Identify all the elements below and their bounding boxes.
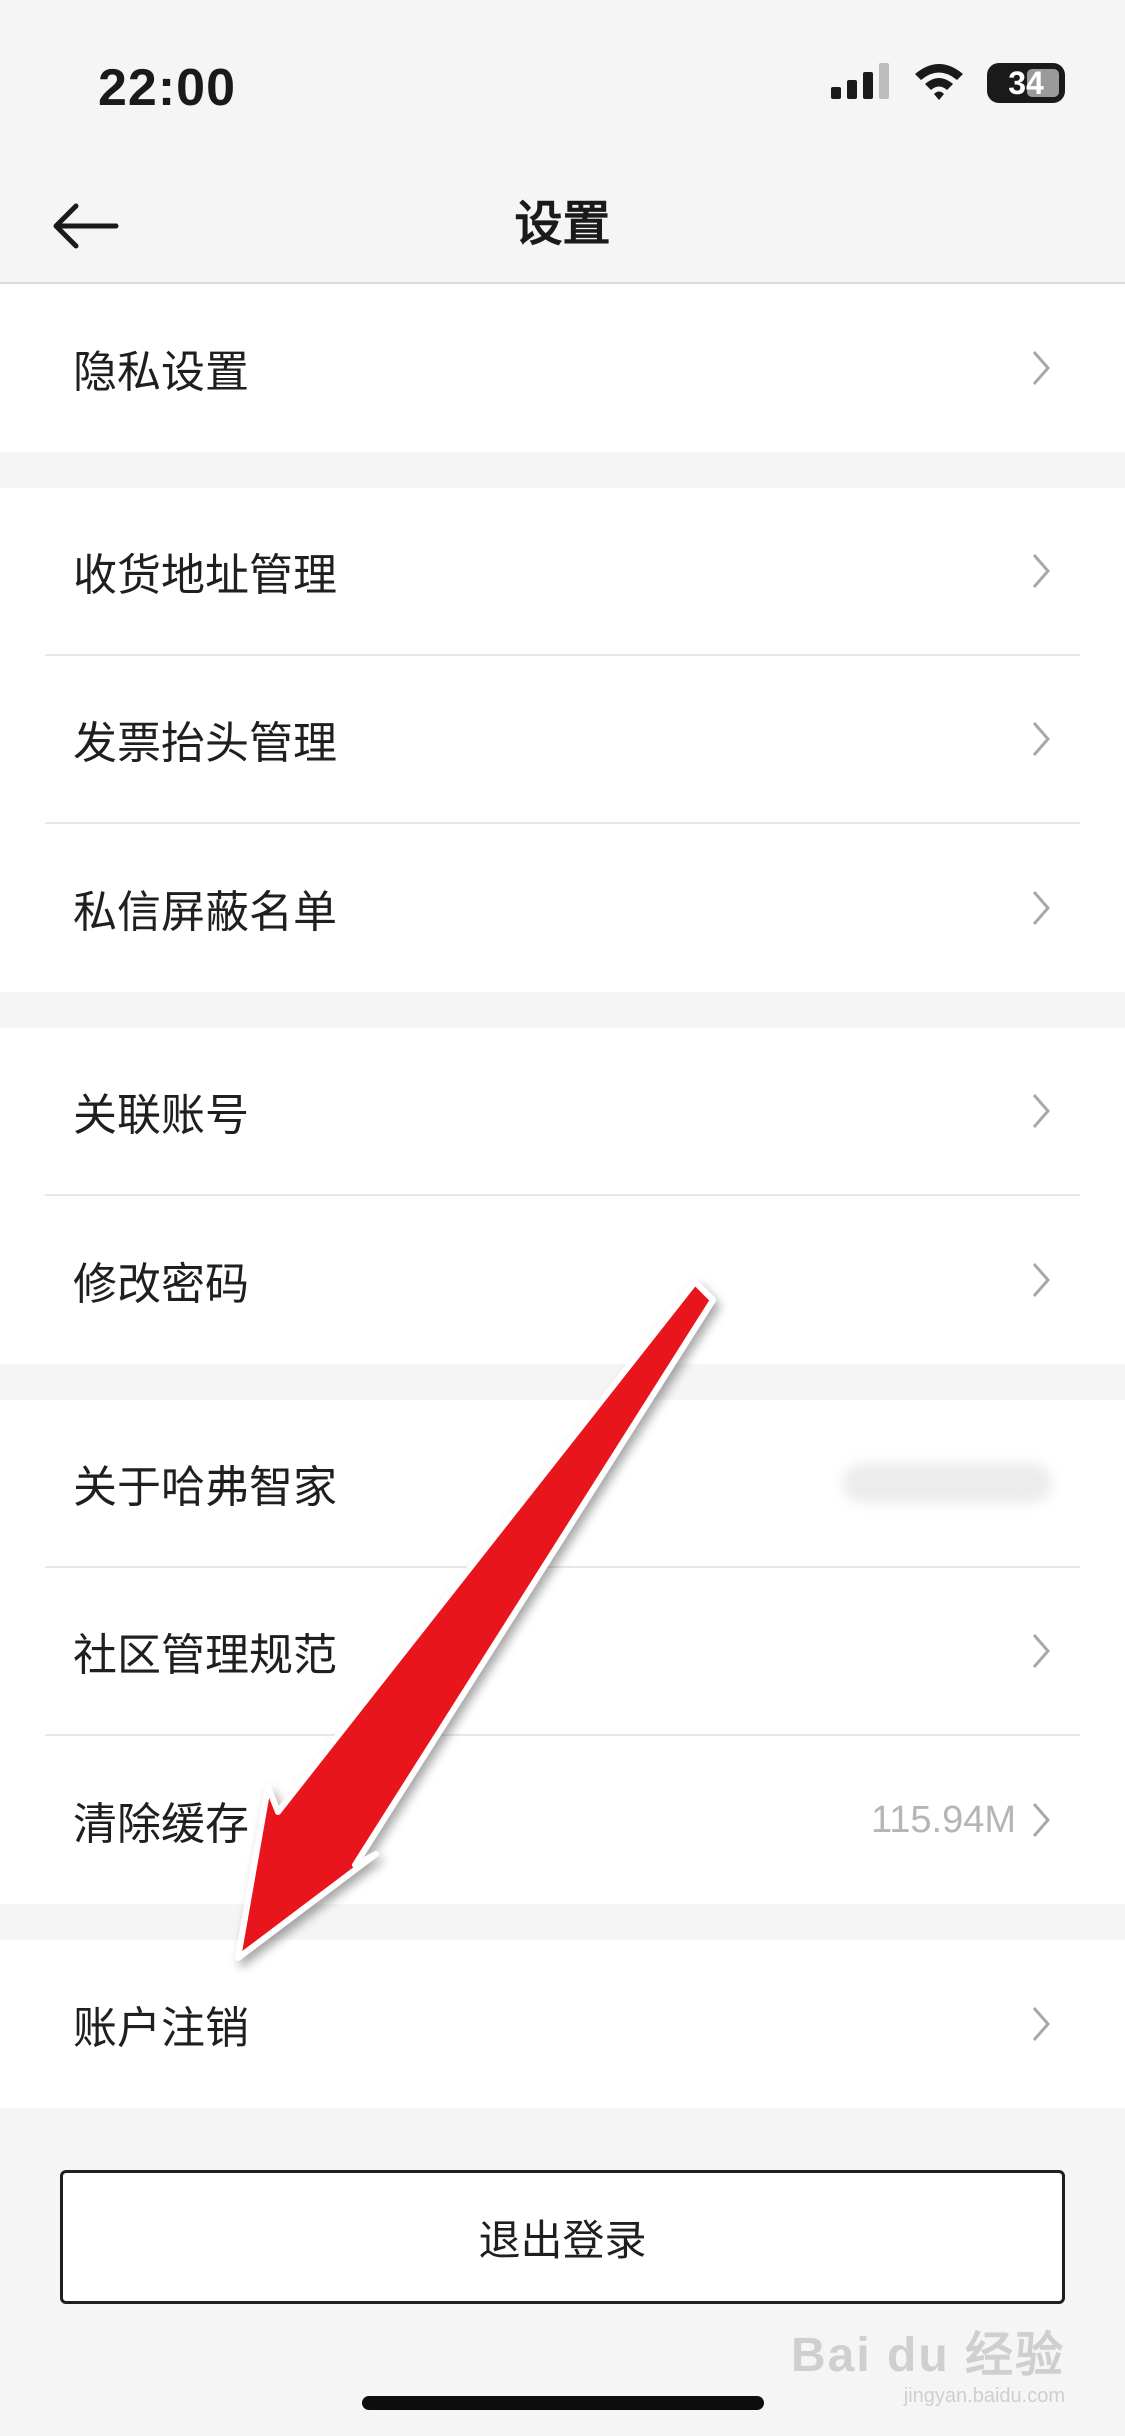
menu-item-label: 清除缓存 (73, 1799, 249, 1850)
group-divider (0, 452, 1125, 488)
battery-icon: 34 (987, 63, 1065, 103)
baidu-watermark: Bai du 经验 jingyan.baidu.com (791, 2315, 1065, 2408)
logout-button[interactable]: 退出登录 (60, 2170, 1065, 2304)
chevron-right-icon (1030, 719, 1052, 759)
menu-item-label: 社区管理规范 (73, 1630, 337, 1681)
menu-item-about[interactable]: 关于哈弗智家 (45, 1400, 1080, 1568)
chevron-right-icon (1030, 1631, 1052, 1671)
chevron-right-icon (1030, 2004, 1052, 2044)
menu-item-change-password[interactable]: 修改密码 (45, 1196, 1080, 1364)
menu-item-label: 关于哈弗智家 (73, 1462, 337, 1513)
battery-percent: 34 (1008, 64, 1044, 101)
settings-group-about: 关于哈弗智家 社区管理规范 清除缓存 115.94M (0, 1400, 1125, 1904)
watermark-logo: Bai du 经验 (790, 2329, 1065, 2382)
menu-item-invoice-title[interactable]: 发票抬头管理 (45, 656, 1080, 824)
menu-item-label: 发票抬头管理 (73, 718, 337, 769)
chevron-right-icon (1030, 348, 1052, 388)
menu-item-message-blocklist[interactable]: 私信屏蔽名单 (45, 824, 1080, 992)
nav-bar: 设置 (0, 170, 1125, 284)
settings-list: 隐私设置 收货地址管理 发票抬头管理 私信屏蔽名单 关联账号 修改密码 关于哈弗… (0, 284, 1125, 2108)
chevron-right-icon (1030, 1091, 1052, 1131)
home-indicator (362, 2396, 764, 2410)
menu-item-label: 私信屏蔽名单 (73, 887, 337, 938)
status-time: 22:00 (98, 59, 236, 117)
watermark-url: jingyan.baidu.com (903, 2385, 1065, 2407)
menu-item-label: 关联账号 (73, 1090, 249, 1141)
menu-item-label: 修改密码 (73, 1259, 249, 1310)
status-bar: 22:00 34 (0, 0, 1125, 170)
settings-group-privacy: 隐私设置 (0, 284, 1125, 452)
settings-group-security: 关联账号 修改密码 (0, 1028, 1125, 1364)
menu-item-linked-accounts[interactable]: 关联账号 (45, 1028, 1080, 1196)
settings-group-account-deletion: 账户注销 (0, 1940, 1125, 2108)
menu-item-label: 隐私设置 (73, 347, 249, 398)
version-value-blurred (842, 1463, 1052, 1503)
cache-size-value: 115.94M (870, 1798, 1016, 1841)
menu-item-privacy-settings[interactable]: 隐私设置 (45, 284, 1080, 452)
group-divider (0, 1904, 1125, 1940)
signal-icon (831, 63, 891, 103)
menu-item-shipping-address[interactable]: 收货地址管理 (45, 488, 1080, 656)
status-icons: 34 (831, 62, 1065, 104)
menu-item-clear-cache[interactable]: 清除缓存 115.94M (45, 1736, 1080, 1904)
chevron-right-icon (1030, 888, 1052, 928)
page-title: 设置 (514, 196, 611, 252)
group-divider (0, 1364, 1125, 1400)
menu-item-label: 账户注销 (73, 2003, 249, 2054)
menu-item-delete-account[interactable]: 账户注销 (45, 1940, 1080, 2108)
chevron-right-icon (1030, 1800, 1052, 1840)
menu-item-community-rules[interactable]: 社区管理规范 (45, 1568, 1080, 1736)
wifi-icon (913, 62, 965, 104)
chevron-right-icon (1030, 1260, 1052, 1300)
chevron-right-icon (1030, 551, 1052, 591)
group-divider (0, 992, 1125, 1028)
settings-group-account-data: 收货地址管理 发票抬头管理 私信屏蔽名单 (0, 488, 1125, 992)
menu-item-label: 收货地址管理 (73, 550, 337, 601)
